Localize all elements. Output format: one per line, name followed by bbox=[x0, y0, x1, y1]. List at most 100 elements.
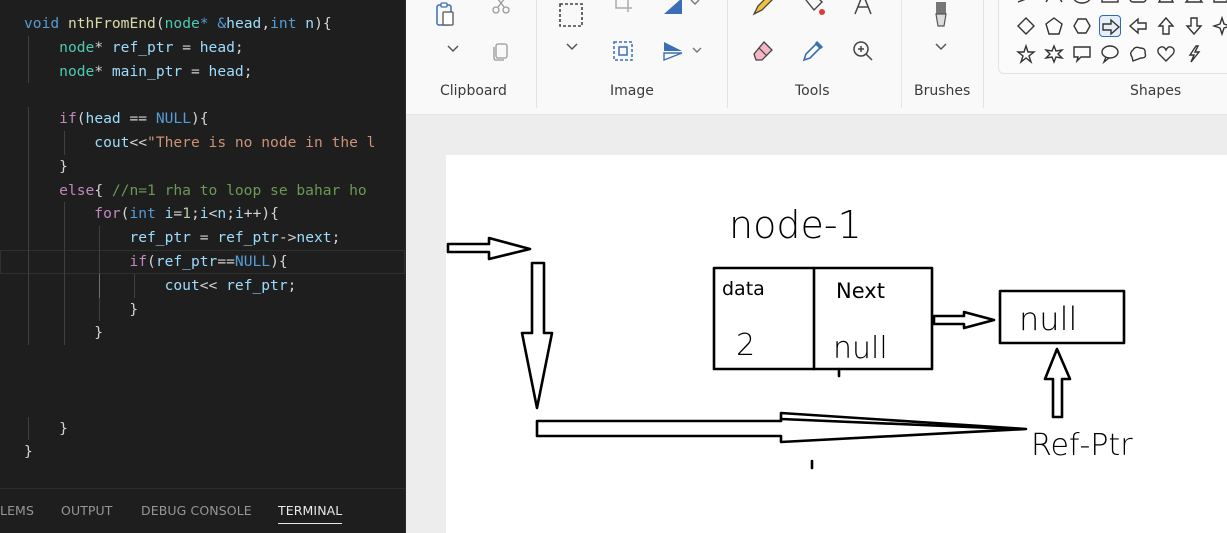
code-token: ref_ptr bbox=[217, 229, 279, 247]
canvas-area: node-1 data 2 Next null null Ref-Ptr bbox=[406, 115, 1227, 533]
code-line[interactable] bbox=[0, 369, 405, 393]
down-arrow bbox=[520, 261, 554, 410]
heart-shape-icon[interactable] bbox=[1155, 43, 1177, 65]
brush-icon[interactable] bbox=[928, 2, 954, 28]
oval-callout-shape-icon[interactable] bbox=[1099, 43, 1121, 65]
code-token: == bbox=[217, 252, 235, 270]
five-point-star-shape-icon[interactable] bbox=[1015, 43, 1037, 65]
indent-guide bbox=[63, 273, 65, 298]
code-line[interactable]: } bbox=[0, 321, 405, 346]
fill-icon[interactable] bbox=[800, 0, 826, 18]
panel-tab-bar: LEMS OUTPUT DEBUG CONSOLE TERMINAL bbox=[0, 488, 405, 533]
tab-output[interactable]: OUTPUT bbox=[61, 503, 113, 518]
rectangle-callout-shape-icon[interactable] bbox=[1071, 43, 1093, 65]
code-token: ( bbox=[76, 110, 86, 128]
ribbon-divider bbox=[536, 0, 537, 108]
chevron-down-icon[interactable] bbox=[682, 0, 708, 16]
code-token: if bbox=[59, 110, 77, 128]
code-line[interactable]: for(int i=1;i<n;i++){ bbox=[0, 202, 405, 227]
indent-guide bbox=[98, 226, 100, 250]
group-label-image: Image bbox=[610, 83, 654, 99]
six-point-star-shape-icon[interactable] bbox=[1043, 43, 1065, 65]
left-arrow-shape-icon[interactable] bbox=[1127, 15, 1149, 37]
indent-guide bbox=[28, 35, 30, 60]
eraser-icon[interactable] bbox=[750, 38, 776, 64]
code-editor[interactable]: void nthFromEnd(node* &head,int n){ node… bbox=[0, 0, 406, 533]
triangle-shape-icon[interactable] bbox=[1183, 0, 1205, 15]
chevron-down-icon[interactable] bbox=[684, 38, 710, 64]
diamond-shape-icon[interactable] bbox=[1015, 15, 1037, 37]
code-token: head bbox=[85, 110, 121, 128]
tab-terminal[interactable]: TERMINAL bbox=[278, 503, 343, 524]
down-arrow-shape-icon[interactable] bbox=[1183, 15, 1205, 37]
code-token: ref_ptr bbox=[155, 252, 218, 270]
code-line[interactable]: else{ //n=1 rha to loop se bahar ho bbox=[0, 178, 405, 203]
polygon-shape-icon[interactable] bbox=[1155, 0, 1177, 15]
code-token: nthFromEnd bbox=[67, 15, 156, 32]
code-line[interactable] bbox=[0, 83, 405, 107]
right-triangle-shape-icon[interactable] bbox=[1211, 0, 1227, 15]
drawing-canvas[interactable]: node-1 data 2 Next null null Ref-Ptr bbox=[446, 155, 1227, 533]
code-line[interactable]: if(head == NULL){ bbox=[0, 107, 405, 131]
color-picker-icon[interactable] bbox=[800, 38, 826, 64]
code-token: ( bbox=[155, 15, 165, 32]
code-line[interactable]: } bbox=[0, 297, 405, 322]
code-token: } bbox=[24, 157, 68, 175]
curve-shape-icon[interactable] bbox=[1043, 0, 1065, 15]
line-shape-icon[interactable] bbox=[1015, 0, 1037, 15]
tab-debug-console[interactable]: DEBUG CONSOLE bbox=[141, 503, 252, 518]
code-line[interactable]: cout<< ref_ptr; bbox=[0, 273, 405, 298]
pencil-icon[interactable] bbox=[750, 0, 776, 18]
code-line[interactable]: if(ref_ptr==NULL){ bbox=[0, 249, 405, 274]
flip-icon[interactable] bbox=[660, 38, 686, 64]
text-icon[interactable] bbox=[850, 0, 876, 18]
code-token: ref_ptr bbox=[111, 38, 174, 56]
chevron-down-icon[interactable] bbox=[440, 36, 466, 62]
code-token: cout bbox=[94, 133, 130, 151]
up-arrow-shape-icon[interactable] bbox=[1155, 15, 1177, 37]
code-line[interactable]: node* main_ptr = head; bbox=[0, 59, 405, 84]
select-icon[interactable] bbox=[558, 2, 584, 28]
code-line[interactable]: } bbox=[0, 416, 405, 441]
lightning-shape-icon[interactable] bbox=[1183, 43, 1205, 65]
code-token: for bbox=[94, 205, 121, 223]
code-token: , bbox=[261, 15, 271, 32]
code-line[interactable]: } bbox=[0, 154, 405, 179]
copy-icon[interactable] bbox=[488, 38, 514, 64]
cut-icon[interactable] bbox=[488, 0, 514, 20]
code-token: * bbox=[199, 15, 209, 32]
oval-shape-icon[interactable] bbox=[1071, 0, 1093, 15]
chevron-down-icon[interactable] bbox=[559, 34, 585, 60]
code-line[interactable] bbox=[0, 345, 405, 369]
chevron-down-icon[interactable] bbox=[928, 34, 954, 60]
pentagon-shape-icon[interactable] bbox=[1043, 15, 1065, 37]
rounded-rectangle-shape-icon[interactable] bbox=[1127, 0, 1149, 15]
code-line[interactable] bbox=[0, 393, 405, 417]
code-token: node bbox=[59, 38, 95, 56]
next-label: Next bbox=[836, 279, 885, 303]
indent-guide bbox=[28, 416, 30, 441]
right-arrow-shape-icon[interactable] bbox=[1099, 15, 1121, 37]
magnifier-icon[interactable] bbox=[850, 38, 876, 64]
code-line[interactable]: void nthFromEnd(node* &head,int n){ bbox=[0, 12, 405, 36]
cloud-callout-shape-icon[interactable] bbox=[1127, 43, 1149, 65]
code-line[interactable]: node* ref_ptr = head; bbox=[0, 35, 405, 60]
code-lines[interactable]: void nthFromEnd(node* &head,int n){ node… bbox=[0, 12, 405, 464]
indent-guide bbox=[98, 297, 100, 322]
code-line[interactable]: } bbox=[0, 440, 405, 464]
crop-icon[interactable] bbox=[610, 0, 636, 16]
four-point-star-shape-icon[interactable] bbox=[1211, 15, 1227, 37]
code-line[interactable]: ref_ptr = ref_ptr->next; bbox=[0, 226, 405, 250]
resize-icon[interactable] bbox=[610, 38, 636, 64]
hexagon-shape-icon[interactable] bbox=[1071, 15, 1093, 37]
group-label-tools: Tools bbox=[795, 83, 830, 99]
rectangle-shape-icon[interactable] bbox=[1099, 0, 1121, 15]
code-line[interactable]: cout<<"There is no node in the l bbox=[0, 130, 405, 155]
paste-icon[interactable] bbox=[432, 2, 458, 28]
code-token: ; bbox=[191, 205, 200, 223]
tab-problems[interactable]: LEMS bbox=[0, 503, 34, 518]
code-token: n bbox=[217, 205, 227, 223]
